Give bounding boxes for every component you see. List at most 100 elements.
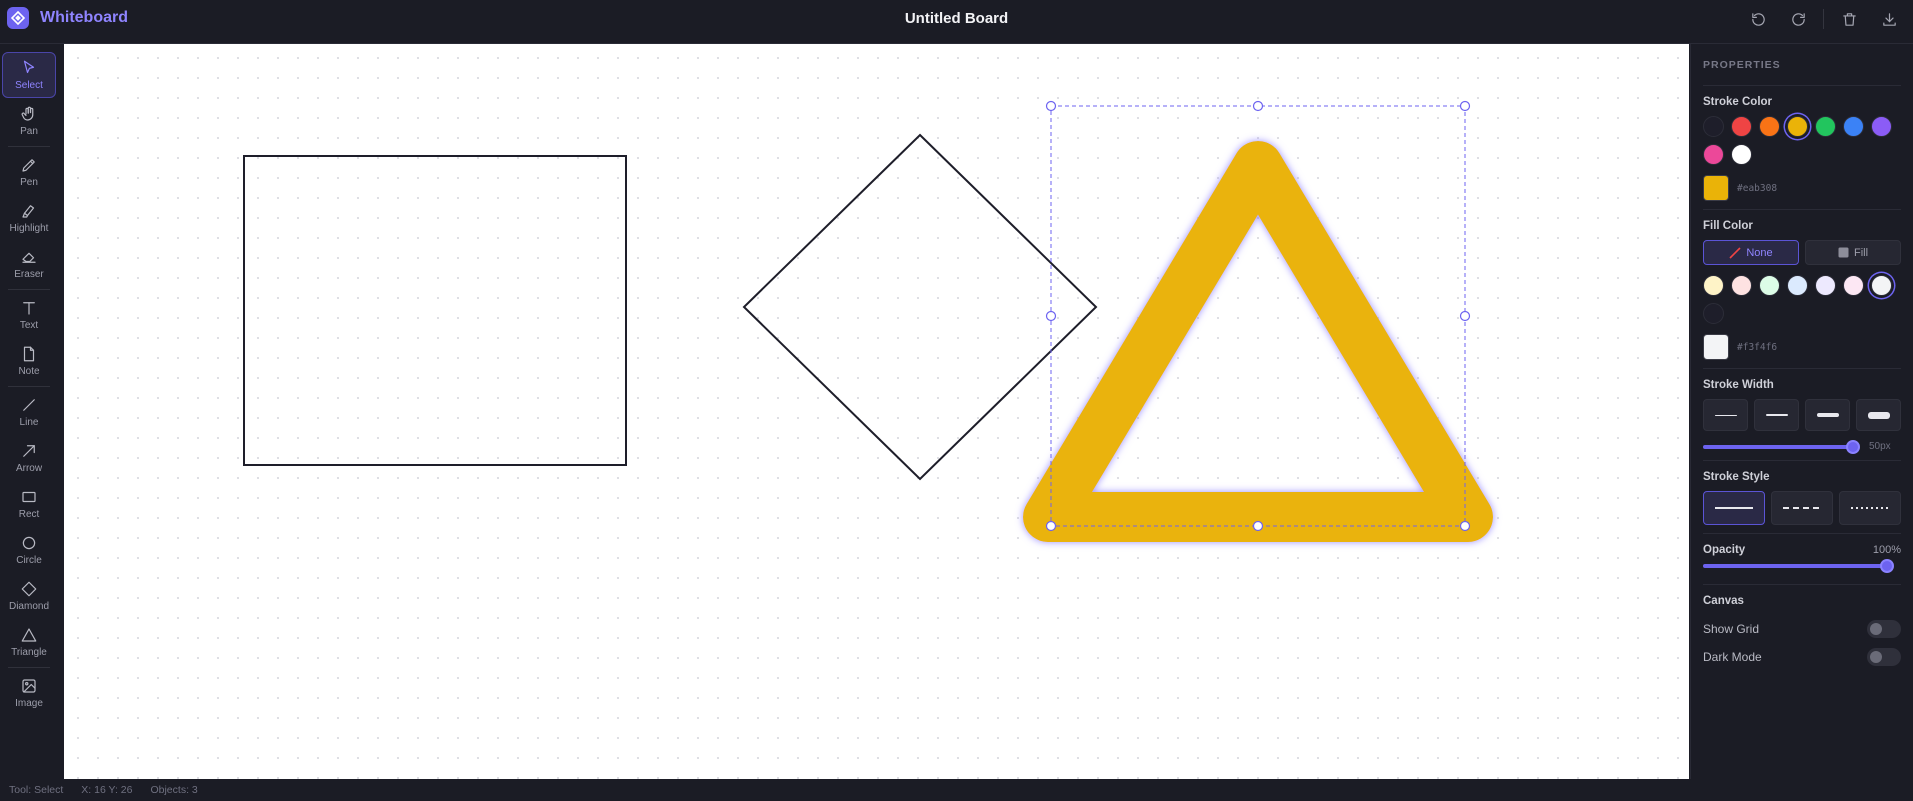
tool-divider: [8, 146, 50, 147]
stroke-color-swatch[interactable]: [1871, 116, 1892, 137]
tool-rect[interactable]: Rect: [2, 481, 56, 527]
stroke-color-swatch[interactable]: [1787, 116, 1808, 137]
tool-label: Arrow: [15, 463, 43, 474]
stroke-width-thick[interactable]: [1805, 399, 1850, 431]
tool-diamond[interactable]: Diamond: [2, 573, 56, 619]
tool-label: Rect: [18, 509, 40, 520]
tool-pan[interactable]: Pan: [2, 98, 56, 144]
resize-handle[interactable]: [1459, 520, 1471, 532]
stroke-width-medium[interactable]: [1754, 399, 1799, 431]
tool-label: Highlight: [9, 223, 49, 234]
triangle-shape[interactable]: [1023, 141, 1493, 542]
fill-color-section: Fill Color None Fill #f3f4f6: [1703, 209, 1901, 368]
fill-color-swatch[interactable]: [1787, 275, 1808, 296]
stroke-width-slider[interactable]: [1703, 439, 1860, 454]
tool-label: Select: [15, 80, 43, 91]
stroke-color-swatch[interactable]: [1815, 116, 1836, 137]
resize-handle[interactable]: [1252, 100, 1264, 112]
tool-pen[interactable]: Pen: [2, 149, 56, 195]
opacity-value: 100%: [1872, 544, 1901, 556]
stroke-style-dashed[interactable]: [1771, 491, 1833, 525]
dark-mode-label: Dark Mode: [1703, 650, 1762, 664]
resize-handle[interactable]: [1459, 310, 1471, 322]
tool-eraser[interactable]: Eraser: [2, 241, 56, 287]
rectangle-icon: [22, 491, 36, 503]
dotted-line-icon: [1851, 507, 1889, 509]
fill-hex-value: #f3f4f6: [1737, 341, 1778, 353]
fill-color-swatch[interactable]: [1815, 275, 1836, 296]
stroke-width-bold[interactable]: [1856, 399, 1901, 431]
top-actions: [1733, 0, 1913, 38]
stroke-color-swatch[interactable]: [1703, 116, 1724, 137]
tool-label: Eraser: [14, 269, 44, 280]
undo-button[interactable]: [1743, 4, 1773, 34]
stroke-color-swatch[interactable]: [1731, 116, 1752, 137]
dark-mode-toggle[interactable]: [1867, 648, 1901, 666]
slider-knob[interactable]: [1880, 559, 1894, 573]
eraser-icon: [22, 252, 36, 263]
fill-none-button[interactable]: None: [1703, 240, 1799, 265]
fill-solid-button[interactable]: Fill: [1805, 240, 1901, 265]
stroke-color-swatch[interactable]: [1703, 144, 1724, 165]
download-icon: [1882, 12, 1896, 26]
fill-color-swatch[interactable]: [1843, 275, 1864, 296]
fill-color-swatch[interactable]: [1731, 275, 1752, 296]
fill-color-swatch[interactable]: [1703, 275, 1724, 296]
section-title: Stroke Color: [1703, 96, 1773, 108]
hand-icon: [21, 106, 34, 121]
stroke-style-solid[interactable]: [1703, 491, 1765, 525]
delete-button[interactable]: [1834, 4, 1864, 34]
tool-text[interactable]: Text: [2, 292, 56, 338]
fill-none-label: None: [1746, 246, 1773, 259]
board-title[interactable]: Untitled Board: [905, 10, 1008, 27]
tool-line[interactable]: Line: [2, 389, 56, 435]
tool-arrow[interactable]: Arrow: [2, 435, 56, 481]
resize-handle[interactable]: [1459, 100, 1471, 112]
opacity-slider[interactable]: [1703, 559, 1894, 573]
tool-triangle[interactable]: Triangle: [2, 619, 56, 665]
status-bar: Tool: Select X: 16 Y: 26 Objects: 3: [0, 779, 1913, 801]
text-icon: [23, 302, 35, 315]
whiteboard-app: Whiteboard Untitled Board Select Pan Pen…: [0, 0, 1913, 801]
tool-divider: [8, 667, 50, 668]
tool-label: Text: [19, 320, 39, 331]
stroke-color-swatch[interactable]: [1731, 144, 1752, 165]
canvas-section: Canvas Show Grid Dark Mode: [1703, 584, 1901, 679]
tool-highlight[interactable]: Highlight: [2, 195, 56, 241]
panel-heading: PROPERTIES: [1703, 59, 1781, 71]
fill-color-swatch[interactable]: [1759, 275, 1780, 296]
opacity-section: Opacity 100%: [1703, 533, 1901, 576]
drawing-canvas[interactable]: [64, 44, 1689, 779]
diamond-shape[interactable]: [742, 133, 1098, 481]
rectangle-shape[interactable]: [243, 155, 627, 466]
tool-image[interactable]: Image: [2, 670, 56, 716]
section-title: Stroke Width: [1703, 379, 1774, 391]
download-button[interactable]: [1874, 4, 1904, 34]
stroke-style-dotted[interactable]: [1839, 491, 1901, 525]
fill-color-swatch[interactable]: [1871, 275, 1892, 296]
redo-button[interactable]: [1783, 4, 1813, 34]
cursor-icon: [23, 60, 35, 74]
show-grid-toggle[interactable]: [1867, 620, 1901, 638]
stroke-width-thin[interactable]: [1703, 399, 1748, 431]
resize-handle[interactable]: [1045, 310, 1057, 322]
status-coordinates: X: 16 Y: 26: [81, 784, 133, 796]
resize-handle[interactable]: [1045, 100, 1057, 112]
slider-knob[interactable]: [1846, 439, 1860, 454]
resize-handle[interactable]: [1252, 520, 1264, 532]
tool-circle[interactable]: Circle: [2, 527, 56, 573]
fill-solid-label: Fill: [1853, 246, 1869, 259]
stroke-color-preview[interactable]: [1703, 175, 1729, 201]
trash-icon: [1842, 12, 1856, 26]
tool-label: Pen: [20, 177, 38, 188]
tool-label: Image: [15, 698, 43, 709]
fill-color-preview[interactable]: [1703, 334, 1729, 360]
tool-note[interactable]: Note: [2, 338, 56, 384]
resize-handle[interactable]: [1045, 520, 1057, 532]
fill-color-swatch[interactable]: [1703, 303, 1724, 324]
stroke-color-swatch[interactable]: [1759, 116, 1780, 137]
solid-line-icon: [1715, 507, 1753, 509]
stroke-color-swatch[interactable]: [1843, 116, 1864, 137]
triangle-icon: [21, 628, 37, 642]
tool-select[interactable]: Select: [2, 52, 56, 98]
